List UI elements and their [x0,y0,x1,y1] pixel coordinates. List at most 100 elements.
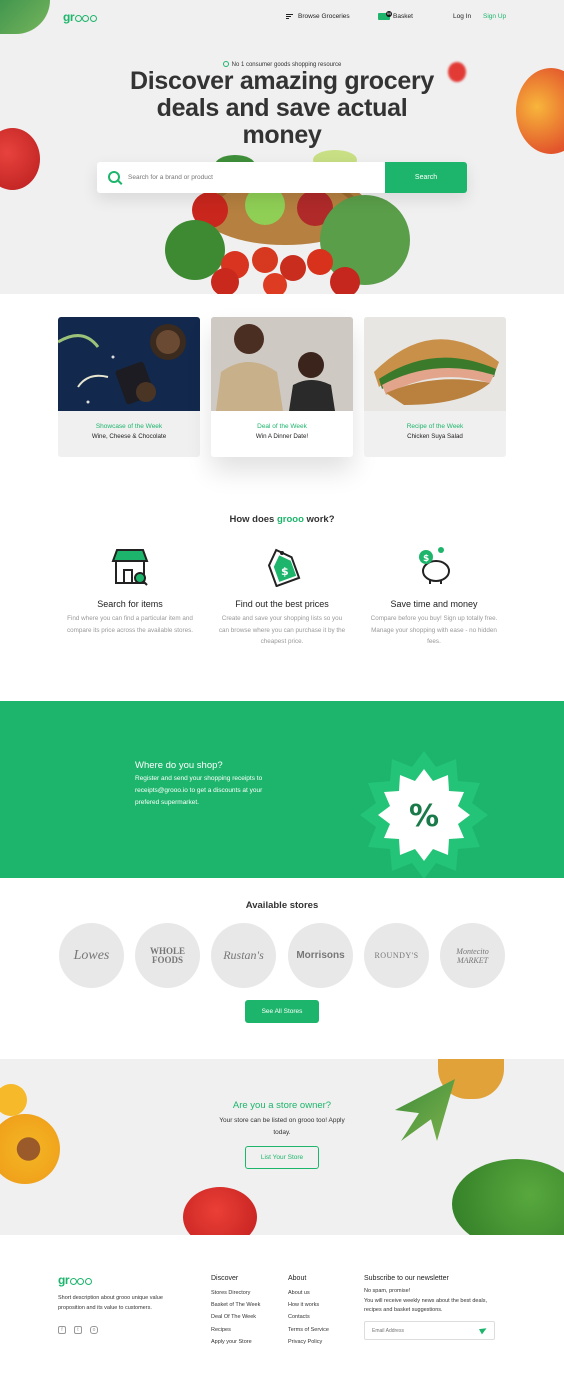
step-search: Search for items Find where you can find… [65,545,195,636]
peach-icon [516,68,564,154]
footer-link[interactable]: Contacts [288,1311,329,1323]
recipe-card[interactable]: Recipe of the Week Chicken Suya Salad [364,317,506,457]
footer-logo[interactable]: grooogr [58,1273,92,1287]
step-description: Compare before you buy! Sign up totally … [370,615,498,645]
stores-title: Available stores [245,900,319,911]
owner-title: Are you a store owner? [232,1100,332,1111]
broccoli-icon [452,1159,564,1235]
see-all-stores-button[interactable]: See All Stores [245,1000,319,1023]
footer-link[interactable]: Stores Directory [211,1287,260,1299]
page-title: Discover amazing grocery deals and save … [129,67,435,149]
footer-link[interactable]: Terms of Service [288,1324,329,1336]
newsletter-form [364,1321,495,1340]
svg-text:$: $ [281,565,289,578]
list-your-store-button[interactable]: List Your Store [245,1146,319,1169]
search-button[interactable]: Search [385,162,467,193]
dinner-date-image [211,317,353,411]
footer-link[interactable]: Basket of The Week [211,1299,260,1311]
footer-discover: Discover Stores Directory Basket of The … [211,1275,260,1348]
store-name: ROUNDY'S [374,951,419,960]
discount-badge-icon: % [360,751,488,878]
how-title-brand: grooo [276,514,304,525]
footer-link[interactable]: Deal Of The Week [211,1311,260,1323]
strawberry-icon [183,1187,257,1235]
browse-groceries-label: Browse Groceries [298,13,350,20]
footer-link[interactable]: How it works [288,1299,329,1311]
footer-description: Short description about grooo unique val… [58,1295,163,1311]
footer-col-title: Discover [211,1275,239,1282]
card-kicker: Deal of the Week [257,423,307,430]
chicken-suya-salad-image [364,317,506,411]
facebook-icon[interactable]: f [58,1326,66,1334]
basket-label: Basket [393,13,413,20]
step-title: Find out the best prices [235,599,329,609]
step-description: Create and save your shopping lists so y… [218,615,346,645]
store-logo-montecito[interactable]: Montecito MARKET [440,923,505,988]
step-description: Find where you can find a particular ite… [67,615,193,634]
apricot-icon [0,1114,60,1184]
newsletter-note: You will receive weekly news about the b… [364,1297,488,1314]
store-name: WHOLE FOODS [149,945,185,965]
receipts-band: Where do you shop? Register and send you… [0,701,564,878]
store-logo-roundys[interactable]: ROUNDY'S [364,923,429,988]
card-kicker: Recipe of the Week [406,423,464,430]
step-prices: $ Find out the best prices Create and sa… [217,545,347,648]
price-tag-icon: $ [267,548,301,588]
menu-icon [286,14,293,19]
showcase-card[interactable]: Showcase of the Week Wine, Cheese & Choc… [58,317,200,457]
login-link[interactable]: Log In [453,13,471,20]
step-save: $ Save time and money Compare before you… [369,545,499,648]
how-title-prefix: How does [229,514,277,525]
piggy-bank-icon: $ [419,547,450,584]
band-text: Register and send your shopping receipts… [135,775,263,806]
store-name: Rustan's [223,948,264,962]
band-title: Where do you shop? [135,760,223,771]
store-logo-rustans[interactable]: Rustan's [211,923,276,988]
newsletter-note: No spam, promise! [364,1288,411,1294]
deal-card[interactable]: Deal of the Week Win A Dinner Date! [211,317,353,457]
svg-text:$: $ [423,554,429,564]
footer-col-title: About [288,1275,307,1282]
basket-icon: 99 [378,11,392,20]
store-name: Morrisons [296,950,345,961]
how-title-suffix: work? [303,514,335,525]
store-icon [111,549,149,586]
store-logo-morrisons[interactable]: Morrisons [288,923,353,988]
store-owner-section: Are you a store owner? Your store can be… [0,1059,564,1235]
how-it-works-title: How does grooo work? [0,514,564,525]
email-field[interactable] [372,1322,472,1339]
footer-link[interactable]: About us [288,1287,329,1299]
wine-cheese-chocolate-image [58,317,200,411]
logo[interactable]: grooogr [63,10,97,24]
store-logo-lowes[interactable]: Lowes [59,923,124,988]
search-input[interactable] [128,162,378,193]
twitter-icon[interactable]: t [74,1326,82,1334]
basket-count: 99 [386,11,392,17]
card-title: Win A Dinner Date! [255,433,309,440]
footer-link[interactable]: Apply your Store [211,1336,260,1348]
card-kicker: Showcase of the Week [95,423,163,430]
store-logo-whole-foods[interactable]: WHOLE FOODS [135,923,200,988]
send-icon[interactable] [478,1325,489,1335]
leaf-icon [0,0,50,34]
browse-groceries-link[interactable]: Browse Groceries [286,13,350,20]
basket-link[interactable]: 99 Basket [378,11,413,20]
footer-link[interactable]: Privacy Policy [288,1336,329,1348]
store-name: Montecito MARKET [456,946,489,965]
step-title: Save time and money [390,599,478,609]
footer-about: About About us How it works Contacts Ter… [288,1275,329,1348]
footer-newsletter: Subscribe to our newsletter No spam, pro… [364,1275,494,1316]
badge-symbol: % [409,799,439,834]
hero-section: grooogr Browse Groceries 99 Basket Log I… [0,0,564,294]
store-name: Lowes [73,947,110,963]
search-bar: Search [97,162,467,193]
signup-link[interactable]: Sign Up [483,13,506,20]
instagram-icon[interactable]: o [90,1326,98,1334]
footer-link[interactable]: Recipes [211,1324,260,1336]
social-links: f t o [58,1326,98,1334]
step-title: Search for items [97,599,163,609]
card-title: Wine, Cheese & Chocolate [91,433,167,440]
feature-cards: Showcase of the Week Wine, Cheese & Choc… [58,317,506,457]
owner-text: Your store can be listed on grooo too! A… [219,1117,345,1136]
strawberry-icon [0,128,40,190]
